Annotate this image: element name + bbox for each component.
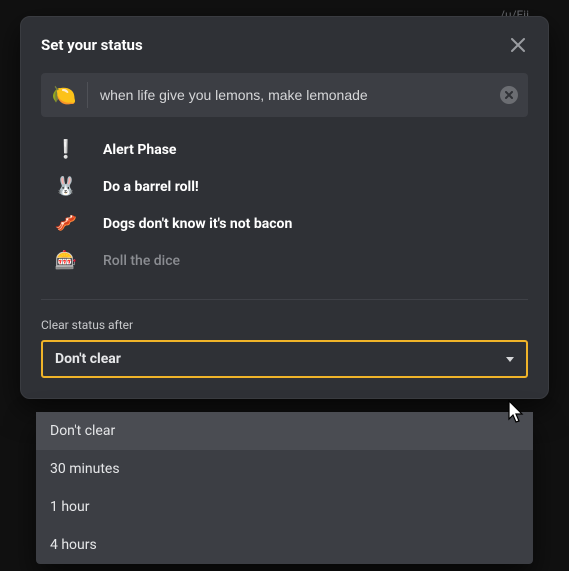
status-suggestion[interactable]: 🐰 Do a barrel roll! bbox=[45, 168, 524, 205]
status-suggestion[interactable]: 🥓 Dogs don't know it's not bacon bbox=[45, 205, 524, 242]
suggestion-label: Roll the dice bbox=[103, 253, 180, 269]
suggestion-label: Dogs don't know it's not bacon bbox=[103, 216, 292, 232]
clear-after-label: Clear status after bbox=[41, 318, 528, 332]
status-modal: Set your status 🍋 ❕ Alert Phase 🐰 Do a barr… bbox=[20, 16, 549, 399]
clear-after-option[interactable]: Don't clear bbox=[36, 412, 533, 450]
clear-after-option[interactable]: 4 hours bbox=[36, 526, 533, 564]
suggestion-label: Do a barrel roll! bbox=[103, 179, 199, 195]
clear-after-selected-value: Don't clear bbox=[55, 351, 121, 367]
clear-input-button[interactable] bbox=[500, 86, 518, 104]
modal-header: Set your status bbox=[21, 17, 548, 69]
clear-after-option[interactable]: 30 minutes bbox=[36, 450, 533, 488]
close-icon bbox=[511, 38, 525, 52]
clear-after-dropdown: Don't clear30 minutes1 hour4 hours bbox=[36, 412, 533, 564]
divider bbox=[41, 299, 528, 300]
status-text-input[interactable] bbox=[88, 73, 500, 117]
status-input-row: 🍋 bbox=[41, 73, 528, 117]
clear-after-select[interactable]: Don't clear bbox=[41, 340, 528, 378]
emoji-picker-button[interactable]: 🍋 bbox=[41, 83, 87, 107]
clear-after-option[interactable]: 1 hour bbox=[36, 488, 533, 526]
close-icon bbox=[505, 91, 513, 99]
suggestion-label: Alert Phase bbox=[103, 142, 176, 158]
suggestion-emoji-icon: 🎰 bbox=[53, 250, 79, 271]
suggestion-emoji-icon: 🥓 bbox=[53, 213, 79, 234]
suggestion-emoji-icon: ❕ bbox=[53, 139, 79, 160]
status-suggestion[interactable]: 🎰 Roll the dice bbox=[45, 242, 524, 279]
chevron-down-icon bbox=[506, 357, 514, 362]
status-suggestion[interactable]: ❕ Alert Phase bbox=[45, 131, 524, 168]
close-button[interactable] bbox=[508, 35, 528, 55]
modal-body: 🍋 ❕ Alert Phase 🐰 Do a barrel roll! 🥓 Dogs do… bbox=[21, 69, 548, 398]
modal-title: Set your status bbox=[41, 36, 143, 54]
suggestion-emoji-icon: 🐰 bbox=[53, 176, 79, 197]
status-suggestions: ❕ Alert Phase 🐰 Do a barrel roll! 🥓 Dogs don'… bbox=[41, 117, 528, 285]
